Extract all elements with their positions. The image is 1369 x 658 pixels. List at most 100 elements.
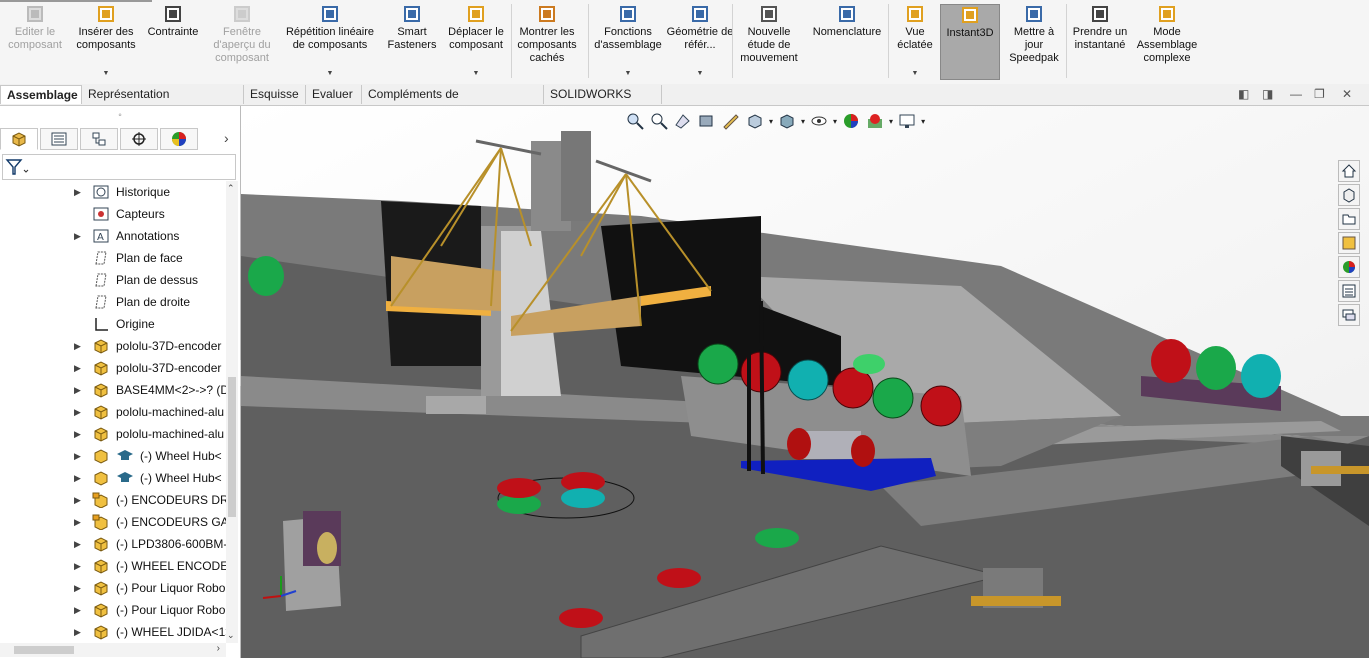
- expand-arrow-icon[interactable]: ▶: [74, 407, 81, 418]
- tree-item[interactable]: ▶ BASE4MM<2>->? (D: [0, 379, 226, 401]
- dropdown-caret-icon[interactable]: ▾: [769, 117, 773, 126]
- expand-arrow-icon[interactable]: ▶: [74, 451, 81, 462]
- insert-button[interactable]: Insérer des composants ▼: [70, 4, 142, 80]
- tree-item[interactable]: ▶ (-) Wheel Hub<: [0, 467, 226, 489]
- expand-arrow-icon[interactable]: ▶: [74, 429, 81, 440]
- dropdown-caret-icon[interactable]: ▼: [912, 67, 919, 80]
- zoom-to-fit-icon[interactable]: [625, 111, 645, 131]
- expand-arrow-icon[interactable]: ▶: [74, 385, 81, 396]
- expand-arrow-icon[interactable]: ▶: [74, 539, 81, 550]
- tree-item[interactable]: Plan de dessus: [0, 269, 226, 291]
- scroll-up-icon[interactable]: ⌃: [227, 183, 235, 194]
- feature-manager-tab[interactable]: [0, 128, 38, 150]
- smart-button[interactable]: Smart Fasteners: [384, 4, 440, 80]
- scroll-right-icon[interactable]: ›: [217, 643, 220, 654]
- tab-1[interactable]: Représentation schématique: [82, 85, 244, 120]
- tree-filter[interactable]: [2, 154, 236, 180]
- expand-arrow-icon[interactable]: ▶: [74, 341, 81, 352]
- zoom-area-icon[interactable]: [649, 111, 669, 131]
- restore-icon[interactable]: ❐: [1314, 87, 1325, 101]
- tab-4[interactable]: Compléments de SOLIDWORKS: [362, 85, 544, 120]
- expand-arrow-icon[interactable]: ▶: [74, 231, 81, 242]
- snapshot-button[interactable]: Prendre un instantané: [1068, 4, 1132, 80]
- tree-item[interactable]: ▶ (-) Pour Liquor Robo: [0, 577, 226, 599]
- appearances-button[interactable]: [1338, 256, 1360, 278]
- show-button[interactable]: Montrer les composants cachés: [512, 4, 582, 80]
- display-style-icon[interactable]: [777, 111, 797, 131]
- tree-item[interactable]: Capteurs: [0, 203, 226, 225]
- instant3d-button[interactable]: Instant3D: [940, 4, 1000, 80]
- dropdown-caret-icon[interactable]: ▾: [889, 117, 893, 126]
- hscroll-thumb[interactable]: [14, 646, 74, 654]
- dimxpert-tab[interactable]: [120, 128, 158, 150]
- edit-button[interactable]: Editer le composant: [0, 4, 70, 80]
- tile-right-icon[interactable]: ◨: [1262, 87, 1273, 101]
- scroll-thumb[interactable]: [228, 377, 236, 517]
- tree-item[interactable]: ▶ (-) Wheel Hub<: [0, 445, 226, 467]
- tree-vertical-scrollbar[interactable]: ⌃ ⌄: [226, 181, 238, 643]
- custom-properties-button[interactable]: [1338, 280, 1360, 302]
- features-button[interactable]: Fonctions d'assemblage ▼: [590, 4, 666, 80]
- close-icon[interactable]: ✕: [1342, 87, 1352, 101]
- hide-show-items-icon[interactable]: [809, 111, 829, 131]
- dropdown-caret-icon[interactable]: ▾: [833, 117, 837, 126]
- chevron-right-icon[interactable]: ›: [224, 130, 229, 146]
- apply-scene-icon[interactable]: [865, 111, 885, 131]
- display-manager-tab[interactable]: [160, 128, 198, 150]
- tree-item[interactable]: ▶ (-) WHEEL JDIDA<1>: [0, 621, 226, 643]
- dropdown-caret-icon[interactable]: ▾: [921, 117, 925, 126]
- tree-item[interactable]: ▶ pololu-machined-alu: [0, 401, 226, 423]
- tree-item[interactable]: ▶ pololu-machined-alu: [0, 423, 226, 445]
- dropdown-caret-icon[interactable]: ▼: [103, 67, 110, 80]
- tree-item[interactable]: Origine: [0, 313, 226, 335]
- tab-2[interactable]: Esquisse: [244, 85, 306, 104]
- dropdown-caret-icon[interactable]: ▼: [625, 67, 632, 80]
- dynamic-annotation-icon[interactable]: [721, 111, 741, 131]
- previous-view-icon[interactable]: [673, 111, 693, 131]
- refgeom-button[interactable]: Géométrie de référ... ▼: [666, 4, 734, 80]
- expand-arrow-icon[interactable]: ▶: [74, 627, 81, 638]
- file-explorer-button[interactable]: [1338, 208, 1360, 230]
- expand-arrow-icon[interactable]: ▶: [74, 473, 81, 484]
- tab-3[interactable]: Evaluer: [306, 85, 362, 104]
- tree-item[interactable]: ▶ (-) WHEEL ENCODER: [0, 555, 226, 577]
- design-library-button[interactable]: [1338, 184, 1360, 206]
- expand-arrow-icon[interactable]: ▶: [74, 187, 81, 198]
- tab-5[interactable]: SOLIDWORKS MBD: [544, 85, 662, 120]
- pattern-button[interactable]: Répétition linéaire de composants ▼: [280, 4, 380, 80]
- dropdown-caret-icon[interactable]: ▼: [697, 67, 704, 80]
- tree-item[interactable]: ▶ Historique: [0, 181, 226, 203]
- tree-item[interactable]: ▶ pololu-37D-encoder: [0, 335, 226, 357]
- section-view-icon[interactable]: [697, 111, 717, 131]
- scroll-down-icon[interactable]: ⌄: [227, 630, 235, 641]
- view-settings-icon[interactable]: [897, 111, 917, 131]
- tile-left-icon[interactable]: ◧: [1238, 87, 1249, 101]
- panel-grip[interactable]: ◦: [0, 106, 240, 126]
- expand-arrow-icon[interactable]: ▶: [74, 561, 81, 572]
- dropdown-caret-icon[interactable]: ▼: [473, 67, 480, 80]
- preview-button[interactable]: Fenêtre d'aperçu du composant: [204, 4, 280, 80]
- minimize-icon[interactable]: —: [1290, 87, 1302, 101]
- tree-horizontal-scrollbar[interactable]: ›: [0, 643, 226, 657]
- tree-item[interactable]: ▶ A Annotations: [0, 225, 226, 247]
- expand-arrow-icon[interactable]: ▶: [74, 605, 81, 616]
- expand-arrow-icon[interactable]: ▶: [74, 583, 81, 594]
- exploded-button[interactable]: Vue éclatée ▼: [892, 4, 938, 80]
- motion-button[interactable]: Nouvelle étude de mouvement: [734, 4, 804, 80]
- forum-button[interactable]: [1338, 304, 1360, 326]
- mate-button[interactable]: Contrainte: [142, 4, 204, 80]
- property-manager-tab[interactable]: [40, 128, 78, 150]
- speedpak-button[interactable]: Mettre à jour Speedpak: [1004, 4, 1064, 80]
- tree-item[interactable]: Plan de face: [0, 247, 226, 269]
- tree-item[interactable]: ▶ (-) ENCODEURS DRO: [0, 489, 226, 511]
- largeasm-button[interactable]: Mode Assemblage complexe: [1132, 4, 1202, 80]
- edit-appearance-icon[interactable]: [841, 111, 861, 131]
- graphics-area[interactable]: ▾ ▾ ▾ ▾ ▾: [241, 106, 1369, 658]
- move-button[interactable]: Déplacer le composant ▼: [440, 4, 512, 80]
- tree-item[interactable]: ▶ pololu-37D-encoder: [0, 357, 226, 379]
- tree-item[interactable]: ▶ (-) ENCODEURS GAU: [0, 511, 226, 533]
- solidworks-resources-button[interactable]: [1338, 160, 1360, 182]
- dropdown-caret-icon[interactable]: ▾: [801, 117, 805, 126]
- view-orientation-icon[interactable]: [745, 111, 765, 131]
- expand-arrow-icon[interactable]: ▶: [74, 495, 81, 506]
